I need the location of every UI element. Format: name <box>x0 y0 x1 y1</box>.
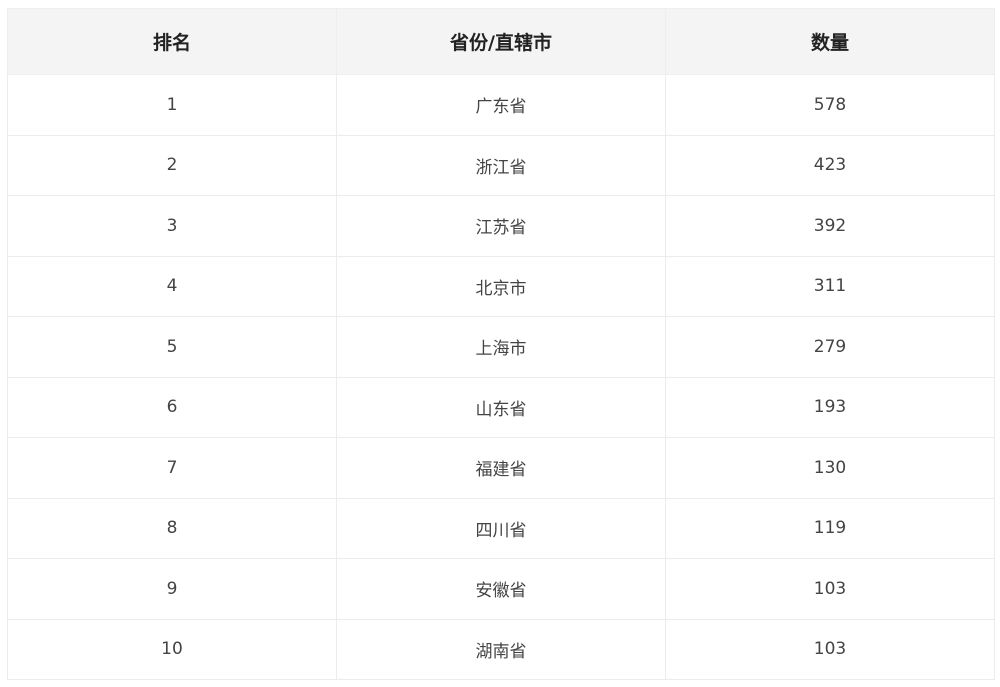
rank-cell: 5 <box>7 316 337 378</box>
rank-cell: 2 <box>7 134 337 196</box>
rank-cell: 4 <box>7 255 337 317</box>
table-row: 7 福建省 130 <box>7 437 995 499</box>
table-row: 2 浙江省 423 <box>7 134 995 196</box>
rank-cell: 3 <box>7 195 337 257</box>
count-cell: 311 <box>665 255 995 317</box>
province-cell: 福建省 <box>336 437 666 499</box>
count-cell: 193 <box>665 376 995 438</box>
count-cell: 423 <box>665 134 995 196</box>
table-row: 3 江苏省 392 <box>7 195 995 257</box>
province-cell: 四川省 <box>336 497 666 559</box>
rank-cell: 9 <box>7 558 337 620</box>
header-province: 省份/直辖市 <box>336 8 666 75</box>
province-cell: 浙江省 <box>336 134 666 196</box>
rank-cell: 6 <box>7 376 337 438</box>
province-cell: 山东省 <box>336 376 666 438</box>
table-row: 9 安徽省 103 <box>7 558 995 620</box>
count-cell: 119 <box>665 497 995 559</box>
ranking-table: 排名 省份/直辖市 数量 1 广东省 578 2 浙江省 423 3 江苏省 3… <box>7 8 995 680</box>
province-cell: 江苏省 <box>336 195 666 257</box>
rank-cell: 1 <box>7 74 337 136</box>
table-row: 5 上海市 279 <box>7 316 995 378</box>
ranking-table-container: 排名 省份/直辖市 数量 1 广东省 578 2 浙江省 423 3 江苏省 3… <box>7 8 995 680</box>
province-cell: 广东省 <box>336 74 666 136</box>
province-cell: 北京市 <box>336 255 666 317</box>
count-cell: 103 <box>665 618 995 680</box>
table-row: 10 湖南省 103 <box>7 618 995 680</box>
table-row: 1 广东省 578 <box>7 74 995 136</box>
rank-cell: 7 <box>7 437 337 499</box>
table-row: 8 四川省 119 <box>7 497 995 559</box>
header-row: 排名 省份/直辖市 数量 <box>7 8 995 75</box>
province-cell: 上海市 <box>336 316 666 378</box>
province-cell: 湖南省 <box>336 618 666 680</box>
count-cell: 130 <box>665 437 995 499</box>
rank-cell: 10 <box>7 618 337 680</box>
province-cell: 安徽省 <box>336 558 666 620</box>
table-row: 6 山东省 193 <box>7 376 995 438</box>
table-header: 排名 省份/直辖市 数量 <box>7 8 995 75</box>
count-cell: 578 <box>665 74 995 136</box>
header-count: 数量 <box>665 8 995 75</box>
count-cell: 103 <box>665 558 995 620</box>
table-row: 4 北京市 311 <box>7 255 995 317</box>
table-body: 1 广东省 578 2 浙江省 423 3 江苏省 392 4 北京市 311 … <box>7 74 995 680</box>
count-cell: 392 <box>665 195 995 257</box>
header-rank: 排名 <box>7 8 337 75</box>
rank-cell: 8 <box>7 497 337 559</box>
count-cell: 279 <box>665 316 995 378</box>
